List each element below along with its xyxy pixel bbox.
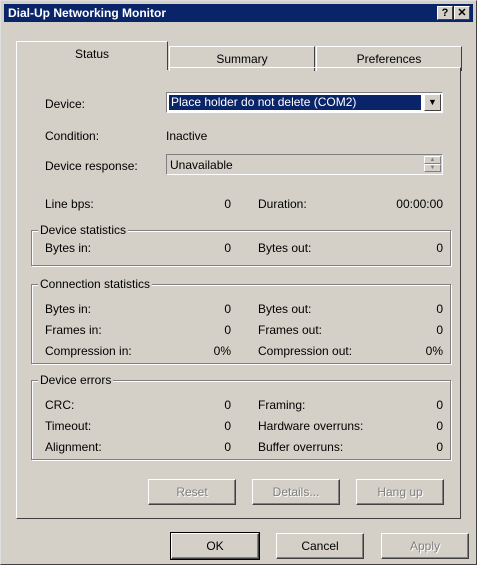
line-bps-value: 0 (224, 197, 231, 211)
hang-up-button[interactable]: Hang up (356, 479, 444, 505)
window-title: Dial-Up Networking Monitor (8, 6, 166, 20)
details-button[interactable]: Details... (252, 479, 340, 505)
duration-value: 00:00:00 (396, 197, 443, 211)
device-bytes-out-label: Bytes out: (258, 241, 312, 255)
buffer-overruns-label: Buffer overruns: (258, 440, 344, 454)
device-label: Device: (45, 97, 86, 111)
apply-button[interactable]: Apply (381, 533, 469, 559)
framing-label: Framing: (258, 398, 306, 412)
help-button[interactable]: ? (437, 6, 453, 20)
device-bytes-in-label: Bytes in: (45, 241, 92, 255)
compression-in-label: Compression in: (45, 344, 132, 358)
compression-out-label: Compression out: (258, 344, 353, 358)
spin-up-icon[interactable]: ▲ (424, 156, 441, 164)
conn-bytes-out-label: Bytes out: (258, 302, 312, 316)
frames-out-value: 0 (436, 323, 443, 337)
hardware-overruns-label: Hardware overruns: (258, 419, 364, 433)
spinner[interactable]: ▲ ▼ (424, 156, 441, 173)
condition-value: Inactive (166, 129, 208, 143)
chevron-down-icon[interactable]: ▼ (424, 94, 441, 111)
compression-out-value: 0% (425, 344, 443, 358)
conn-bytes-in-label: Bytes in: (45, 302, 92, 316)
spin-down-icon[interactable]: ▼ (424, 164, 441, 172)
device-bytes-out-value: 0 (436, 241, 443, 255)
duration-label: Duration: (258, 197, 307, 211)
condition-label: Condition: (45, 129, 100, 143)
alignment-label: Alignment: (45, 440, 102, 454)
dialog-window: Dial-Up Networking Monitor ? ✕ Status Su… (0, 0, 477, 565)
device-statistics-group: Device statistics (31, 223, 451, 266)
conn-bytes-in-value: 0 (224, 302, 231, 316)
crc-value: 0 (224, 398, 231, 412)
device-selected-value: Place holder do not delete (COM2) (169, 95, 421, 110)
cancel-button[interactable]: Cancel (276, 533, 364, 559)
device-bytes-in-value: 0 (224, 241, 231, 255)
timeout-label: Timeout: (45, 419, 92, 433)
tab-status[interactable]: Status (16, 41, 168, 70)
device-response-field[interactable]: Unavailable ▲ ▼ (166, 154, 443, 175)
frames-in-label: Frames in: (45, 323, 102, 337)
buffer-overruns-value: 0 (436, 440, 443, 454)
reset-button[interactable]: Reset (148, 479, 236, 505)
device-response-label: Device response: (45, 159, 138, 173)
group-title: Device errors (38, 373, 114, 387)
title-bar: Dial-Up Networking Monitor ? ✕ (4, 4, 473, 22)
ok-button[interactable]: OK (170, 532, 260, 560)
framing-value: 0 (436, 398, 443, 412)
group-title: Device statistics (38, 223, 129, 237)
close-button[interactable]: ✕ (454, 6, 470, 20)
frames-in-value: 0 (224, 323, 231, 337)
timeout-value: 0 (224, 419, 231, 433)
line-bps-label: Line bps: (45, 197, 94, 211)
compression-in-value: 0% (213, 344, 231, 358)
device-dropdown[interactable]: Place holder do not delete (COM2) ▼ (166, 92, 443, 113)
conn-bytes-out-value: 0 (436, 302, 443, 316)
alignment-value: 0 (224, 440, 231, 454)
device-response-value: Unavailable (170, 158, 233, 172)
group-title: Connection statistics (38, 277, 153, 291)
frames-out-label: Frames out: (258, 323, 323, 337)
hardware-overruns-value: 0 (436, 419, 443, 433)
crc-label: CRC: (45, 398, 75, 412)
